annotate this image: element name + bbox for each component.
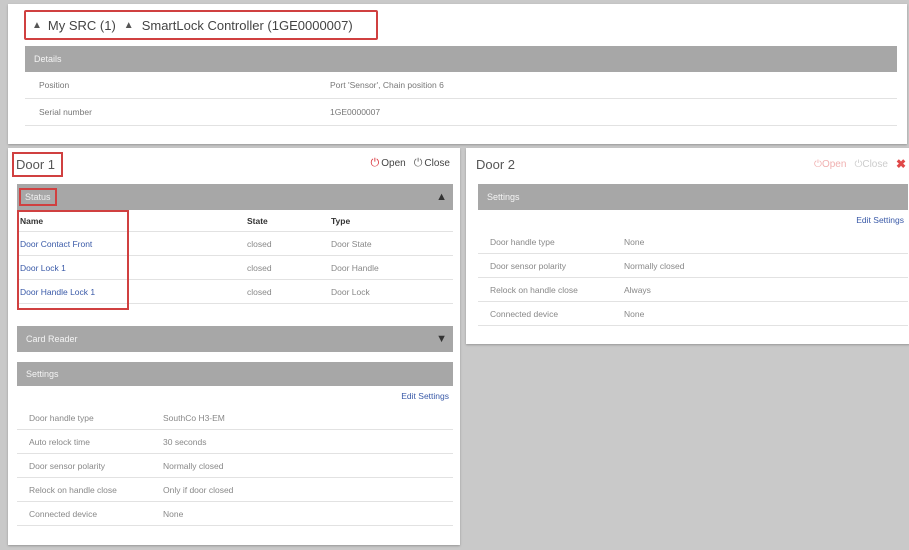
open-button[interactable]: ⏻Open [814, 159, 846, 170]
settings-row: Door sensor polarity Normally closed [17, 454, 453, 478]
details-label: Serial number [39, 107, 92, 117]
breadcrumb-item-src[interactable]: My SRC (1) [48, 18, 116, 33]
column-name[interactable]: Name [17, 216, 247, 226]
door-1-actions: ⏻ Open ⏻ Close [371, 157, 450, 170]
door-2-settings-card: Settings Edit Settings Door handle type … [478, 184, 908, 326]
column-state[interactable]: State [247, 216, 331, 226]
state-cell: closed [247, 286, 272, 297]
door-2-actions: ⏻Open ⏻Close ✖ [814, 157, 906, 171]
settings-row: Door handle type SouthCo H3-EM [17, 406, 453, 430]
type-cell: Door Lock [331, 286, 370, 297]
sort-icon[interactable]: ▲︎ [32, 20, 42, 31]
details-row: Position Port 'Sensor', Chain position 6 [25, 72, 897, 99]
close-x-icon[interactable]: ✖ [896, 157, 906, 171]
chevron-up-icon[interactable]: ▲ [436, 191, 447, 203]
status-table-header: Name State Type [17, 210, 453, 232]
settings-row: Door handle type None [478, 230, 908, 254]
power-icon: ⏻ [370, 157, 380, 169]
column-type[interactable]: Type [331, 216, 350, 226]
details-section: Details Position Port 'Sensor', Chain po… [25, 46, 897, 126]
state-cell: closed [247, 262, 272, 273]
setting-label: Door handle type [29, 412, 94, 423]
settings-row: Connected device None [17, 502, 453, 526]
type-cell: Door Handle [331, 262, 379, 273]
details-header: Details [25, 46, 897, 72]
sensor-link[interactable]: Door Handle Lock 1 [17, 287, 247, 297]
sort-icon[interactable]: ▲︎ [124, 20, 134, 31]
table-row: Door Handle Lock 1 closed Door Lock [17, 280, 453, 304]
setting-value: Always [624, 284, 651, 295]
table-row: Door Contact Front closed Door State [17, 232, 453, 256]
table-row: Door Lock 1 closed Door Handle [17, 256, 453, 280]
power-icon: ⏻ [413, 157, 423, 169]
edit-settings-link[interactable]: Edit Settings [478, 210, 908, 230]
state-cell: closed [247, 238, 272, 249]
details-value: 1GE0000007 [330, 107, 381, 117]
door-2-panel: Door 2 ⏻Open ⏻Close ✖ Settings Edit Sett… [466, 148, 909, 344]
setting-label: Door sensor polarity [490, 260, 567, 271]
door-2-title: Door 2 [476, 157, 516, 172]
setting-label: Relock on handle close [490, 284, 578, 295]
chevron-down-icon[interactable]: ▼ [436, 333, 447, 345]
setting-value: Normally closed [624, 260, 685, 271]
status-header[interactable]: Status ▲ [17, 184, 453, 210]
sensor-link[interactable]: Door Contact Front [17, 239, 247, 249]
settings-row: Relock on handle close Always [478, 278, 908, 302]
setting-label: Relock on handle close [29, 484, 117, 495]
setting-label: Door sensor polarity [29, 460, 106, 471]
sensor-link[interactable]: Door Lock 1 [17, 263, 247, 273]
breadcrumb: ▲︎ My SRC (1) ▲︎ SmartLock Controller (1… [24, 10, 378, 40]
details-row: Serial number 1GE0000007 [25, 99, 897, 126]
settings-row: Auto relock time 30 seconds [17, 430, 453, 454]
settings-row: Relock on handle close Only if door clos… [17, 478, 453, 502]
setting-label: Connected device [29, 508, 98, 519]
open-button[interactable]: ⏻Open [371, 157, 406, 170]
setting-value: 30 seconds [163, 436, 207, 447]
close-button[interactable]: ⏻Close [854, 159, 888, 170]
settings-header: Settings [17, 362, 453, 386]
setting-label: Auto relock time [29, 436, 90, 447]
door-1-title: Door 1 [12, 152, 64, 177]
setting-value: None [624, 236, 645, 247]
settings-header: Settings [478, 184, 908, 210]
edit-settings-link[interactable]: Edit Settings [17, 386, 453, 406]
type-cell: Door State [331, 238, 372, 249]
status-card: Status ▲ Name State Type Door Contact Fr… [17, 184, 453, 310]
card-reader-header[interactable]: Card Reader ▼ [17, 326, 453, 352]
device-panel: ▲︎ My SRC (1) ▲︎ SmartLock Controller (1… [8, 4, 907, 144]
close-button[interactable]: ⏻Close [414, 157, 450, 170]
card-reader-card: Card Reader ▼ [17, 326, 453, 352]
settings-card: Settings Edit Settings Door handle type … [17, 362, 453, 526]
setting-value: None [624, 308, 645, 319]
setting-value: Only if door closed [163, 484, 234, 495]
breadcrumb-item-controller[interactable]: SmartLock Controller (1GE0000007) [142, 18, 353, 33]
door-1-panel: Door 1 ⏻ Open ⏻ Close Status ▲ Name State … [8, 148, 460, 545]
settings-row: Connected device None [478, 302, 908, 326]
status-label: Status [19, 188, 57, 206]
details-label: Position [39, 80, 70, 90]
details-value: Port 'Sensor', Chain position 6 [330, 80, 444, 90]
setting-value: SouthCo H3-EM [163, 412, 225, 423]
setting-value: Normally closed [163, 460, 224, 471]
setting-value: None [163, 508, 184, 519]
setting-label: Door handle type [490, 236, 555, 247]
setting-label: Connected device [490, 308, 559, 319]
settings-row: Door sensor polarity Normally closed [478, 254, 908, 278]
card-reader-label: Card Reader [26, 334, 78, 344]
power-icon: ⏻ [814, 158, 822, 170]
